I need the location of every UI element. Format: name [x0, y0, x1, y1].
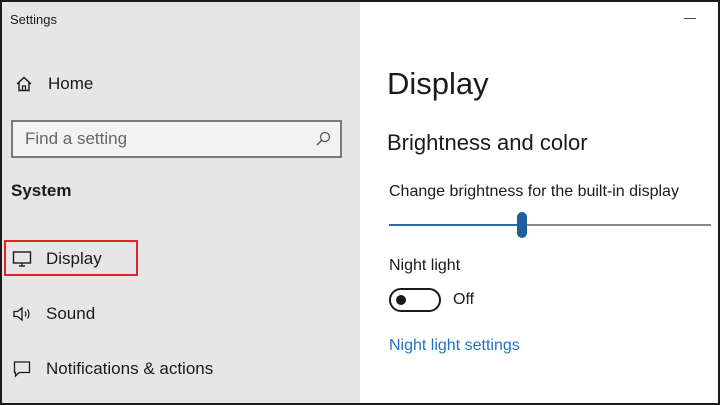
night-light-label: Night light [389, 257, 461, 274]
sidebar-item-notifications[interactable]: Notifications & actions [2, 351, 213, 387]
brightness-slider[interactable] [389, 212, 711, 240]
monitor-icon [10, 247, 34, 271]
sidebar-item-sound[interactable]: Sound [2, 296, 95, 332]
speaker-icon [10, 302, 34, 326]
app-title: Settings [10, 12, 57, 27]
sidebar-item-home[interactable]: Home [2, 66, 93, 102]
brightness-label: Change brightness for the built-in displ… [389, 183, 679, 200]
settings-window: Settings Home System [0, 0, 720, 405]
search-input[interactable] [13, 122, 303, 156]
search-icon[interactable] [314, 130, 332, 148]
sidebar-item-label: Notifications & actions [46, 359, 214, 378]
home-icon [12, 72, 36, 96]
sidebar-item-display[interactable]: Display [2, 241, 102, 277]
sidebar-item-label: Sound [46, 304, 96, 323]
sidebar-item-label: Home [48, 74, 94, 93]
slider-track-fill [389, 224, 517, 226]
sidebar: Settings Home System [2, 2, 360, 403]
section-title-brightness: Brightness and color [387, 130, 588, 155]
section-title-system: System [11, 181, 72, 200]
slider-thumb[interactable] [517, 212, 527, 238]
night-light-state: Off [453, 291, 475, 308]
slider-track [527, 224, 711, 226]
main-content: Display Brightness and color Change brig… [360, 2, 718, 403]
notification-icon [10, 357, 34, 381]
page-title: Display [387, 66, 489, 101]
night-light-settings-link[interactable]: Night light settings [389, 337, 520, 355]
search-box [11, 120, 342, 158]
minimize-button[interactable] [684, 12, 698, 22]
night-light-toggle[interactable] [389, 288, 441, 312]
toggle-knob [396, 295, 406, 305]
sidebar-item-label: Display [46, 249, 102, 268]
